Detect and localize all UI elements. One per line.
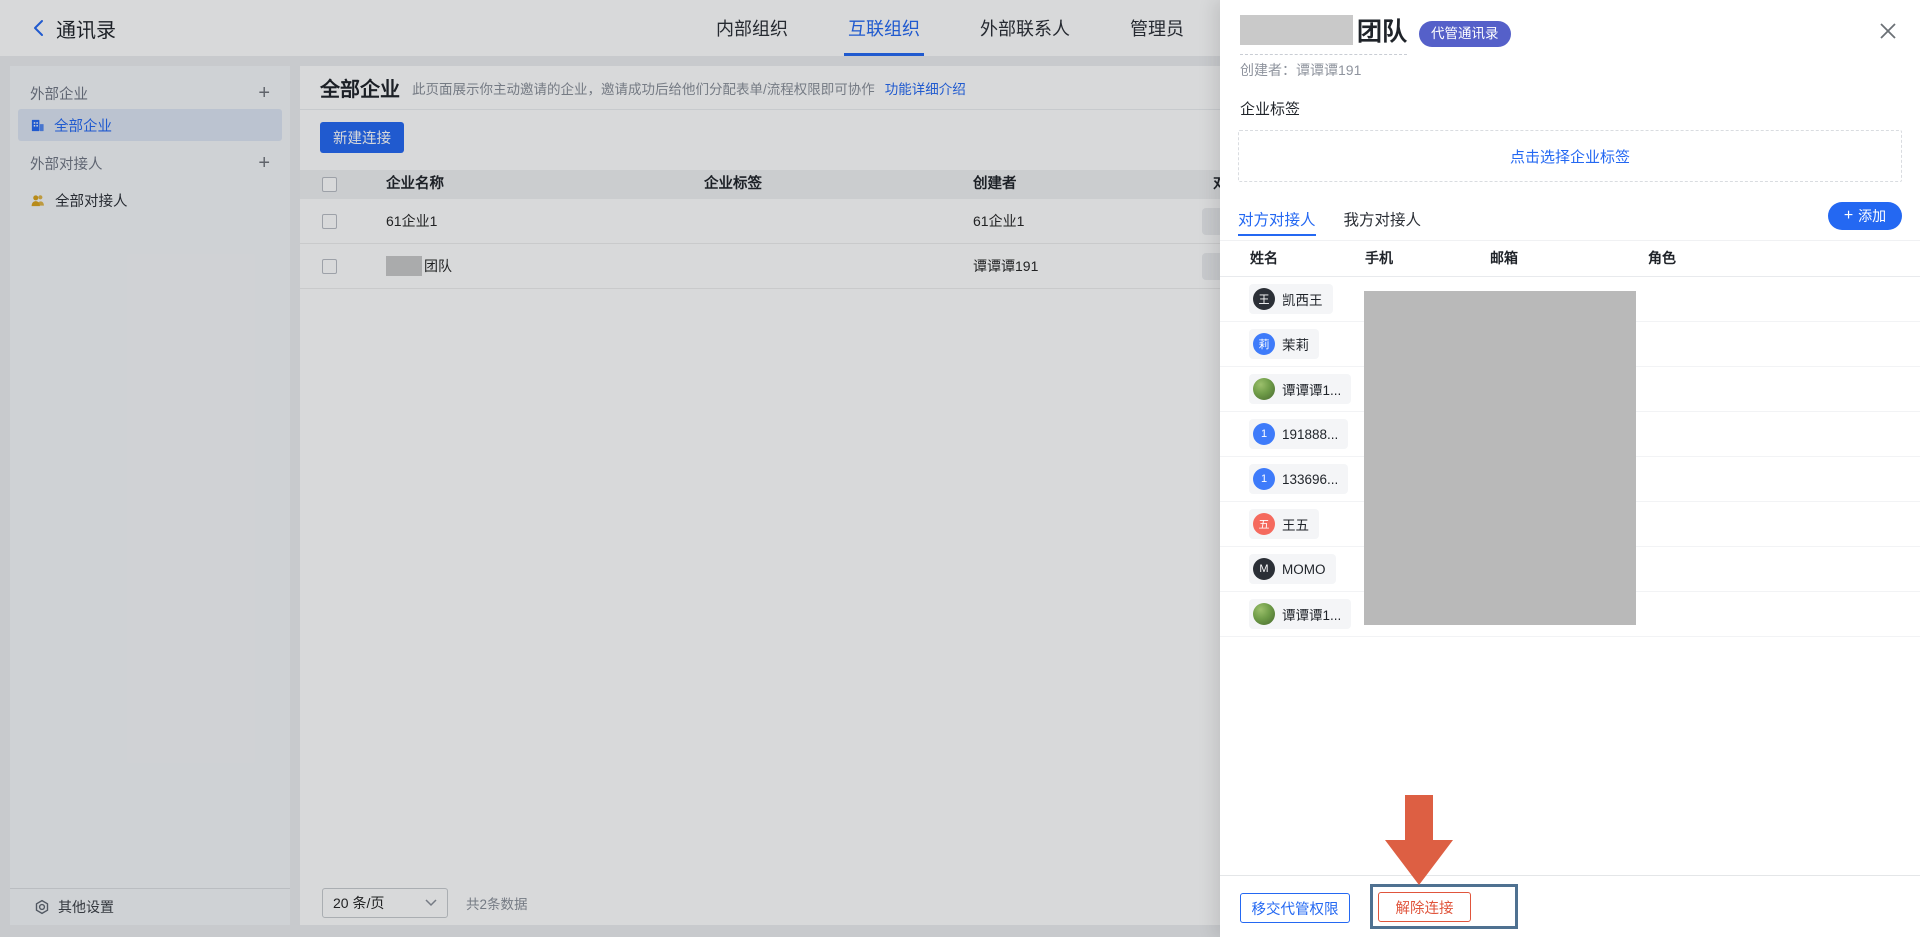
member-chip[interactable]: 1 133696... [1249,464,1348,494]
avatar: 1 [1253,423,1275,445]
creator-text: 创建者：谭谭谭191 [1240,60,1361,80]
member-chip[interactable]: 谭谭谭1... [1249,374,1351,404]
team-detail-drawer: 团队 代管通讯录 创建者：谭谭谭191 企业标签 点击选择企业标签 对方对接人 … [1220,0,1920,937]
column-name: 姓名 [1250,248,1278,268]
member-chip[interactable]: 五 王五 [1249,509,1319,539]
select-company-tag-box[interactable]: 点击选择企业标签 [1238,130,1902,182]
close-icon [1878,21,1898,41]
annotation-arrow-icon [1375,795,1465,887]
modal-mask [0,0,1220,937]
member-name: 凯西王 [1282,289,1323,309]
member-name: 王五 [1282,514,1309,534]
avatar-photo [1253,378,1275,400]
member-name: 191888... [1282,427,1338,442]
divider [1220,875,1920,876]
member-chip[interactable]: 王 凯西王 [1249,284,1333,314]
app-window: 通讯录 内部组织 互联组织 外部联系人 管理员 外部企业 + 全部企业 外部对接… [0,0,1920,937]
select-tag-placeholder: 点击选择企业标签 [1510,146,1630,167]
member-chip[interactable]: 1 191888... [1249,419,1348,449]
team-name-editable[interactable]: 团队 [1240,12,1407,55]
member-name: 谭谭谭1... [1282,604,1341,624]
contact-tabs: 对方对接人 我方对接人 [1238,200,1421,238]
member-chip[interactable]: 莉 茉莉 [1249,329,1319,359]
drawer-title-row: 团队 代管通讯录 [1240,12,1511,55]
tab-our-contacts[interactable]: 我方对接人 [1344,200,1422,238]
avatar: 王 [1253,288,1275,310]
member-table-header: 姓名 手机 邮箱 角色 [1220,248,1920,276]
member-chip[interactable]: M MOMO [1249,554,1336,584]
member-name: 茉莉 [1282,334,1309,354]
avatar: 莉 [1253,333,1275,355]
member-name: 谭谭谭1... [1282,379,1341,399]
column-phone: 手机 [1365,248,1393,268]
disconnect-button[interactable]: 解除连接 [1378,892,1471,922]
tab-their-contacts[interactable]: 对方对接人 [1238,200,1316,238]
member-chip[interactable]: 谭谭谭1... [1249,599,1351,629]
divider [1220,240,1920,241]
avatar: M [1253,558,1275,580]
column-role: 角色 [1648,248,1676,268]
column-email: 邮箱 [1490,248,1518,268]
team-name: 团队 [1357,12,1407,48]
plus-icon: + [1844,208,1853,224]
redacted-region [1364,291,1636,625]
add-member-button[interactable]: + 添加 [1828,202,1902,230]
close-button[interactable] [1875,18,1901,44]
transfer-permission-button[interactable]: 移交代管权限 [1240,893,1350,923]
avatar-photo [1253,603,1275,625]
avatar: 1 [1253,468,1275,490]
avatar: 五 [1253,513,1275,535]
company-tag-label: 企业标签 [1240,98,1300,119]
redacted-text [1240,15,1353,45]
managed-addressbook-badge: 代管通讯录 [1419,21,1511,47]
member-name: 133696... [1282,472,1338,487]
member-name: MOMO [1282,562,1326,577]
